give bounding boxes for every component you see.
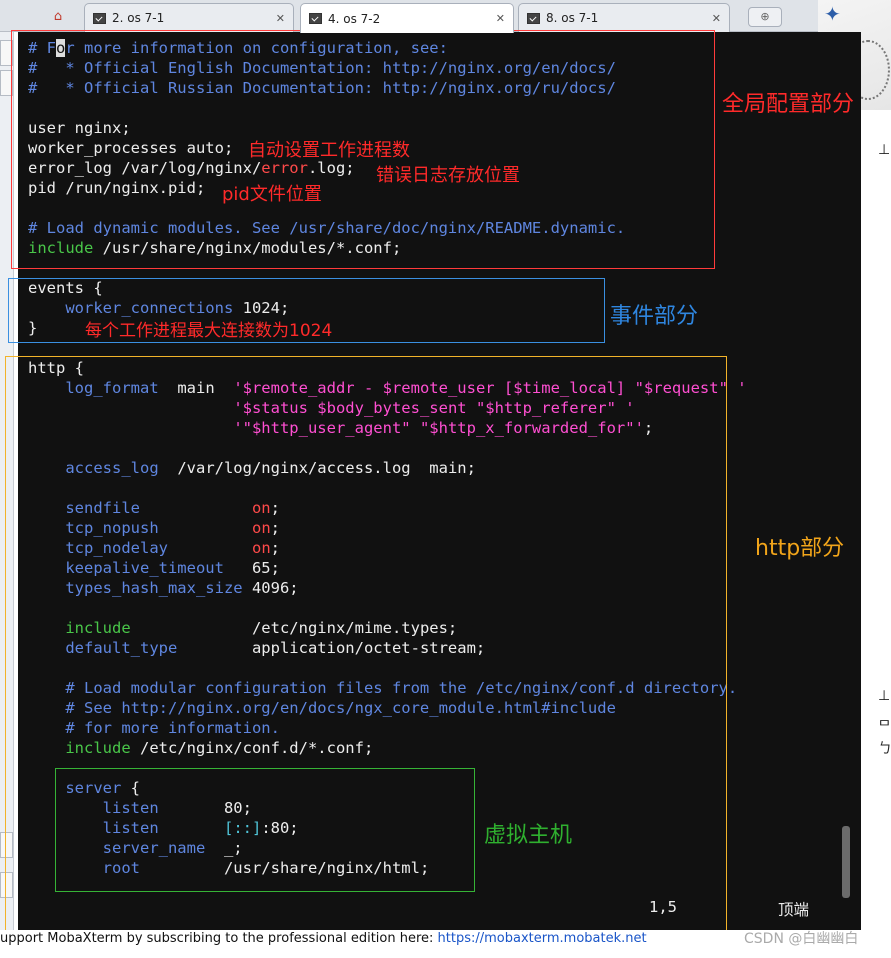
footer-bar: upport MobaXterm by subscribing to the p… (0, 930, 891, 958)
global-section-label: 全局配置部分 (722, 92, 855, 117)
vhost-section-box (55, 768, 475, 892)
events-section-label: 事件部分 (610, 304, 699, 329)
vhost-section-label: 虚拟主机 (484, 823, 573, 848)
watermark: CSDN @白幽幽白 (744, 931, 859, 947)
close-icon[interactable]: ✕ (712, 12, 721, 25)
terminal-icon (93, 12, 106, 24)
right-panel-fragment: ᄆ (878, 719, 891, 735)
error-log-note: 错误日志存放位置 (376, 165, 520, 186)
new-tab-button[interactable]: ⊕ (748, 7, 782, 27)
home-tab[interactable]: ⌂ (44, 5, 72, 27)
home-icon: ⌂ (53, 8, 63, 24)
right-panel-fragment: ⊥ (878, 688, 891, 704)
terminal-icon (527, 12, 540, 24)
pid-note: pid文件位置 (222, 184, 322, 205)
max-connections-note: 每个工作进程最大连接数为1024 (85, 321, 333, 341)
close-icon[interactable]: ✕ (276, 12, 285, 25)
right-panel-fragment: ⊥ (878, 142, 891, 158)
auto-workers-note: 自动设置工作进程数 (248, 140, 410, 161)
support-text: upport MobaXterm by subscribing to the p… (0, 931, 438, 946)
tab-session-1[interactable]: 2. os 7-1 ✕ (84, 3, 294, 32)
terminal-icon (309, 13, 322, 24)
support-link[interactable]: https://mobaxterm.mobatek.net (438, 931, 647, 946)
right-panel-fragment: ㄅ (878, 741, 891, 757)
http-section-label: http部分 (755, 536, 845, 561)
tab-label: 2. os 7-1 (112, 11, 165, 25)
scrollbar-thumb[interactable] (842, 826, 850, 898)
support-message: upport MobaXterm by subscribing to the p… (0, 930, 647, 948)
tab-session-2[interactable]: 4. os 7-2 ✕ (300, 3, 514, 33)
magic-wand-icon: ✦ (824, 2, 841, 26)
tab-bar: ⌂ 2. os 7-1 ✕ 4. os 7-2 ✕ 8. os 7-1 ✕ ⊕ (0, 0, 891, 33)
tab-session-3[interactable]: 8. os 7-1 ✕ (518, 3, 730, 32)
close-icon[interactable]: ✕ (496, 12, 505, 25)
scroll-indicator: 顶端 (778, 901, 810, 919)
tab-label: 8. os 7-1 (546, 11, 599, 25)
tab-label: 4. os 7-2 (328, 11, 381, 26)
